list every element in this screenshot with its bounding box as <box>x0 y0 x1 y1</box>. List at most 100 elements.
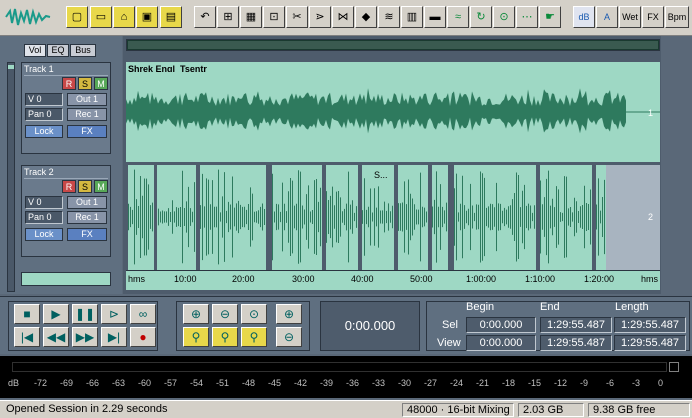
pause-icon[interactable]: ❚❚ <box>72 304 98 324</box>
loop-play-icon[interactable]: ∞ <box>130 304 156 324</box>
tab-bus[interactable]: Bus <box>70 44 96 57</box>
record-arm-button[interactable]: R <box>62 77 76 90</box>
timeline-ruler[interactable]: hms hms 10:00 20:00 30:00 40:00 50:00 1:… <box>126 270 660 290</box>
view-length-field[interactable]: 1:29:55.487 <box>614 335 686 351</box>
track-2-waveform <box>126 165 660 270</box>
volume-field[interactable]: V 0 <box>25 93 63 106</box>
cut-icon[interactable]: ✂ <box>286 6 308 28</box>
sample-format: 48000 · 16-bit Mixing <box>402 403 514 417</box>
wet-button[interactable]: Wet <box>619 6 641 28</box>
mute-button[interactable]: M <box>94 180 108 193</box>
pan-field[interactable]: Pan 0 <box>25 211 63 224</box>
track-scrollbar[interactable] <box>7 62 15 292</box>
loop-icon[interactable]: ↻ <box>470 6 492 28</box>
ruler-tick: 40:00 <box>351 274 374 284</box>
output-button[interactable]: Out 1 <box>67 93 107 106</box>
zoom-in-icon[interactable]: ⊕ <box>183 304 209 324</box>
lock-button[interactable]: Lock <box>25 228 63 241</box>
record-wave-icon[interactable]: ≈ <box>447 6 469 28</box>
zoom-selection-icon[interactable]: ⚲ <box>183 327 209 347</box>
ruler-tick: 30:00 <box>292 274 315 284</box>
input-button[interactable]: Rec 1 <box>67 211 107 224</box>
bpm-button[interactable]: Bpm <box>665 6 689 28</box>
view-label: View <box>437 337 461 349</box>
fast-forward-icon[interactable]: ▶▶ <box>72 327 98 347</box>
track-2-lane[interactable]: S... <box>126 165 660 270</box>
fx-track-button[interactable]: FX <box>67 228 107 241</box>
meter-scale-label: -36 <box>346 378 360 388</box>
go-to-start-icon[interactable]: |◀ <box>14 327 40 347</box>
status-message: Opened Session in 2.29 seconds <box>6 403 168 415</box>
envelope-icon[interactable]: ≋ <box>378 6 400 28</box>
track-1-lane[interactable]: Shrek Engl_Tsentr <box>126 62 660 162</box>
length-header: Length <box>615 301 649 313</box>
zoom-wave-icon[interactable]: ⊙ <box>493 6 515 28</box>
transport-panel: ■ ▶ ❚❚ ⊳ ∞ |◀ ◀◀ ▶▶ ▶| ● ⊕ ⊖ ⊙ ⊕ ⚲ ⚲ ⚲ ⊖… <box>0 296 692 354</box>
solo-button[interactable]: S <box>78 77 92 90</box>
pitch-view-icon[interactable]: A <box>596 6 618 28</box>
eraser-icon[interactable]: ◆ <box>355 6 377 28</box>
zoom-full-icon[interactable]: ⊙ <box>241 304 267 324</box>
zoom-in-vertical-icon[interactable]: ⊕ <box>276 304 302 324</box>
db-view-icon[interactable]: dB <box>573 6 595 28</box>
zoom-out-vertical-icon[interactable]: ⊖ <box>276 327 302 347</box>
save-all-icon[interactable]: ▤ <box>160 6 182 28</box>
meter-scale-label: -6 <box>606 378 615 388</box>
zoom-out-icon[interactable]: ⊖ <box>212 304 238 324</box>
output-button[interactable]: Out 1 <box>67 196 107 209</box>
record-icon[interactable]: ● <box>130 327 156 347</box>
tab-vol[interactable]: Vol <box>24 44 46 57</box>
align-icon[interactable]: ▬ <box>424 6 446 28</box>
pan-field[interactable]: Pan 0 <box>25 108 63 121</box>
zoom-right-icon[interactable]: ⚲ <box>241 327 267 347</box>
fx-track-button[interactable]: FX <box>67 125 107 138</box>
play-icon[interactable]: ▶ <box>43 304 69 324</box>
ruler-tick: 20:00 <box>232 274 255 284</box>
snap-icon[interactable]: ⋯ <box>516 6 538 28</box>
crossfade-icon[interactable]: ⋈ <box>332 6 354 28</box>
new-session-icon[interactable]: ▢ <box>66 6 88 28</box>
fx-button[interactable]: FX <box>642 6 664 28</box>
meter-scale-label: -45 <box>268 378 282 388</box>
ruler-unit-label: hms <box>128 274 146 284</box>
track-name[interactable]: Track 2 <box>24 167 108 179</box>
mute-button[interactable]: M <box>94 77 108 90</box>
split-icon[interactable]: ▥ <box>401 6 423 28</box>
fade-in-icon[interactable]: ⋗ <box>309 6 331 28</box>
record-arm-button[interactable]: R <box>62 180 76 193</box>
input-button[interactable]: Rec 1 <box>67 108 107 121</box>
meter-scale-label: -39 <box>320 378 334 388</box>
save-icon[interactable]: ▣ <box>136 6 158 28</box>
open-folder-icon[interactable]: ▭ <box>90 6 112 28</box>
trim-icon[interactable]: ⊡ <box>263 6 285 28</box>
solo-button[interactable]: S <box>78 180 92 193</box>
sel-end-field[interactable]: 1:29:55.487 <box>540 317 612 333</box>
level-meter: dB -72 -69 -66 -63 -60 -57 -54 -51 -48 -45 -42 -39 -3… <box>0 356 692 398</box>
clip-gap <box>154 165 157 270</box>
stop-icon[interactable]: ■ <box>14 304 40 324</box>
waveform-view[interactable]: Shrek Engl_Tsentr S... 1 2 hms hms 10:00… <box>123 36 661 294</box>
volume-field[interactable]: V 0 <box>25 196 63 209</box>
lock-button[interactable]: Lock <box>25 125 63 138</box>
overview-scrollbar[interactable] <box>126 39 660 51</box>
go-to-end-icon[interactable]: ▶| <box>101 327 127 347</box>
sel-begin-field[interactable]: 0:00.000 <box>466 317 536 333</box>
sel-length-field[interactable]: 1:29:55.487 <box>614 317 686 333</box>
undo-icon[interactable]: ↶ <box>194 6 216 28</box>
tab-eq[interactable]: EQ <box>47 44 69 57</box>
play-from-cursor-icon[interactable]: ⊳ <box>101 304 127 324</box>
ruler-tick: 1:20:00 <box>584 274 615 284</box>
ruler-tick: 1:10:00 <box>525 274 556 284</box>
time-display: 0:00.000 <box>320 301 420 351</box>
rewind-icon[interactable]: ◀◀ <box>43 327 69 347</box>
meter-scale-label: -72 <box>34 378 48 388</box>
view-begin-field[interactable]: 0:00.000 <box>466 335 536 351</box>
open-session-icon[interactable]: ⌂ <box>113 6 135 28</box>
zoom-left-icon[interactable]: ⚲ <box>212 327 238 347</box>
clip-gap <box>592 165 596 270</box>
track-name[interactable]: Track 1 <box>24 64 108 76</box>
view-end-field[interactable]: 1:29:55.487 <box>540 335 612 351</box>
mixdown-icon[interactable]: ⊞ <box>217 6 239 28</box>
scrub-icon[interactable]: ☛ <box>539 6 561 28</box>
grid-icon[interactable]: ▦ <box>240 6 262 28</box>
